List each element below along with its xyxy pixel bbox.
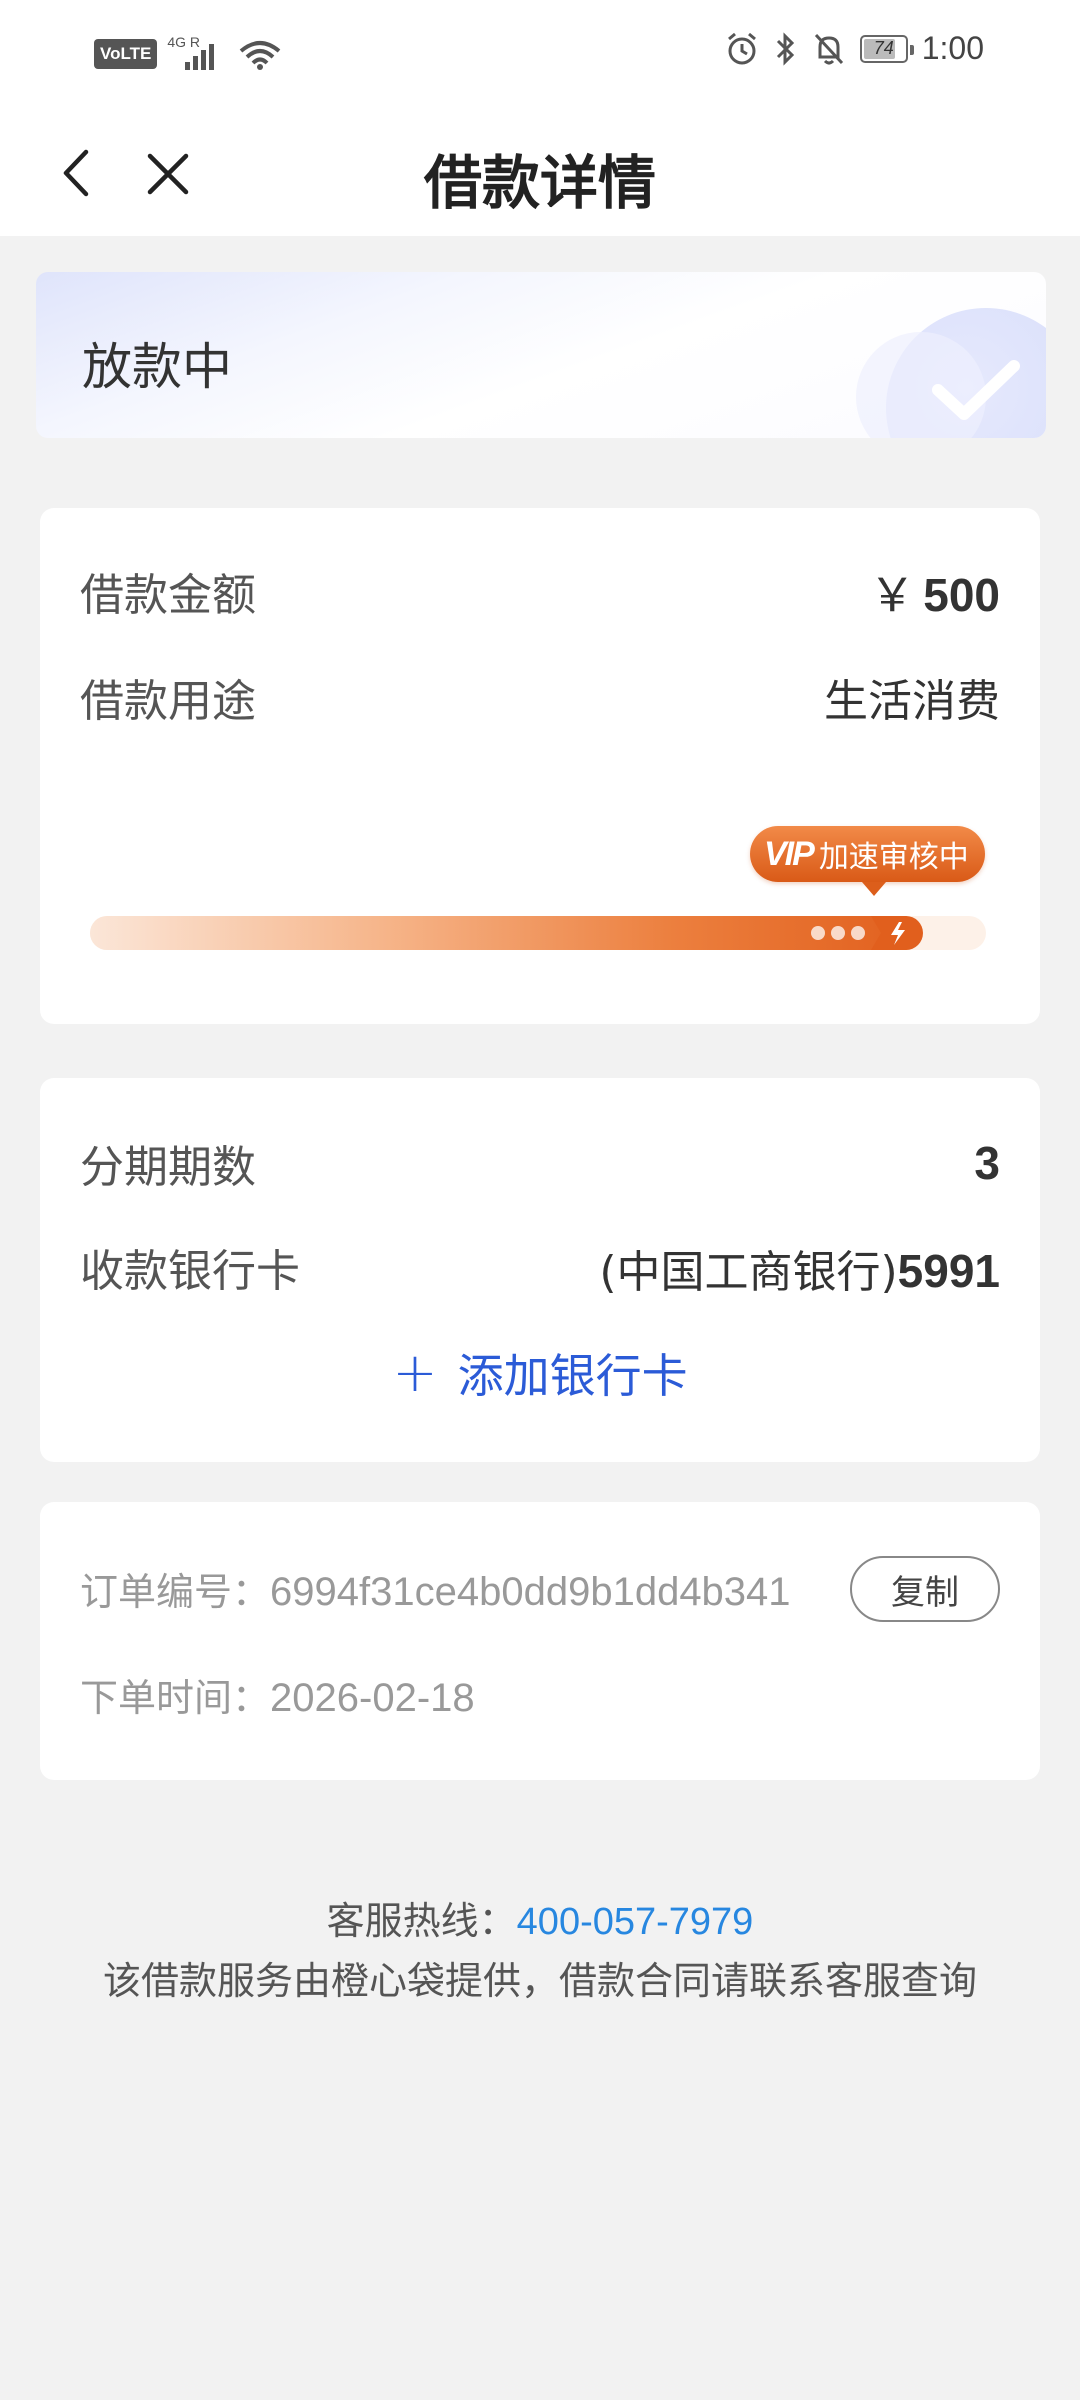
- alarm-icon: [727, 32, 756, 64]
- status-bar-right: 74 1:00: [724, 30, 984, 67]
- loan-amount-number: 500: [923, 569, 1000, 621]
- loan-amount-value: ￥ 500: [869, 572, 1000, 618]
- hotline-label: 客服热线：: [326, 1899, 517, 1943]
- installment-periods-value: 3: [974, 1137, 1000, 1189]
- order-time-value: 2026-02-18: [270, 1676, 475, 1720]
- installment-card: 分期期数 3 收款银行卡 (中国工商银行)5991 + 添加银行卡: [40, 1078, 1040, 1462]
- nav-bar: 借款详情: [0, 108, 1080, 236]
- loan-purpose-value: 生活消费: [824, 676, 1000, 727]
- loan-info-card: 借款金额 ￥ 500 借款用途 生活消费 VIP 加速审核中: [40, 508, 1040, 1024]
- order-number-value: 6994f31ce4b0dd9b1dd4b341: [270, 1570, 791, 1614]
- order-info-card: 订单编号：6994f31ce4b0dd9b1dd4b341 复制 下单时间：20…: [40, 1502, 1040, 1780]
- review-progress-fill: [90, 916, 923, 950]
- currency-symbol: ￥: [869, 569, 916, 621]
- order-time-label: 下单时间：: [80, 1676, 271, 1720]
- clock: 1:00: [921, 30, 984, 66]
- loan-purpose-label: 借款用途: [80, 676, 256, 727]
- add-bank-card-label: 添加银行卡: [457, 1349, 688, 1403]
- review-progress-bar: [90, 916, 986, 950]
- receiving-bank-value[interactable]: (中国工商银行)5991: [599, 1248, 1000, 1295]
- battery-icon: 74: [859, 34, 914, 63]
- progress-dots: [811, 926, 865, 940]
- order-time-row: 下单时间：2026-02-18: [80, 1678, 475, 1718]
- loan-status-text: 放款中: [82, 338, 232, 396]
- copy-button[interactable]: 复制: [850, 1556, 1000, 1622]
- order-number-row: 订单编号：6994f31ce4b0dd9b1dd4b341: [80, 1572, 791, 1612]
- status-bar: VoLTE 4G R 74 1:00: [0, 0, 1080, 108]
- rocket-icon: [871, 916, 921, 950]
- order-number-label: 订单编号：: [80, 1570, 271, 1614]
- hotline-row: 客服热线：400-057-7979: [0, 1890, 1080, 1945]
- vip-status-text: 加速审核中: [818, 840, 969, 875]
- wifi-icon: [240, 41, 281, 70]
- bluetooth-icon: [776, 31, 794, 66]
- loan-amount-label: 借款金额: [80, 570, 256, 621]
- plus-icon: +: [392, 1341, 438, 1404]
- mute-bell-icon: [814, 33, 843, 64]
- vip-label: VIP: [764, 834, 815, 873]
- bank-card-tail: 5991: [897, 1245, 1000, 1297]
- page-title: 借款详情: [423, 149, 656, 217]
- cellular-signal-icon: 4G R: [167, 34, 227, 74]
- receiving-bank-label: 收款银行卡: [80, 1246, 300, 1297]
- service-notice: 该借款服务由橙心袋提供，借款合同请联系客服查询: [102, 1959, 977, 2003]
- hotline-number-link[interactable]: 400-057-7979: [517, 1901, 754, 1943]
- loan-status-banner: 放款中: [36, 272, 1046, 438]
- volte-icon: VoLTE: [94, 39, 158, 69]
- battery-level: 74: [873, 38, 894, 58]
- bank-name: (中国工商银行): [599, 1247, 898, 1298]
- installment-periods-label: 分期期数: [80, 1142, 256, 1193]
- vip-review-badge: VIP 加速审核中: [750, 826, 985, 896]
- check-icon: [932, 360, 1020, 420]
- status-bar-left: VoLTE 4G R: [94, 34, 283, 74]
- add-bank-card-button[interactable]: + 添加银行卡: [40, 1340, 1040, 1406]
